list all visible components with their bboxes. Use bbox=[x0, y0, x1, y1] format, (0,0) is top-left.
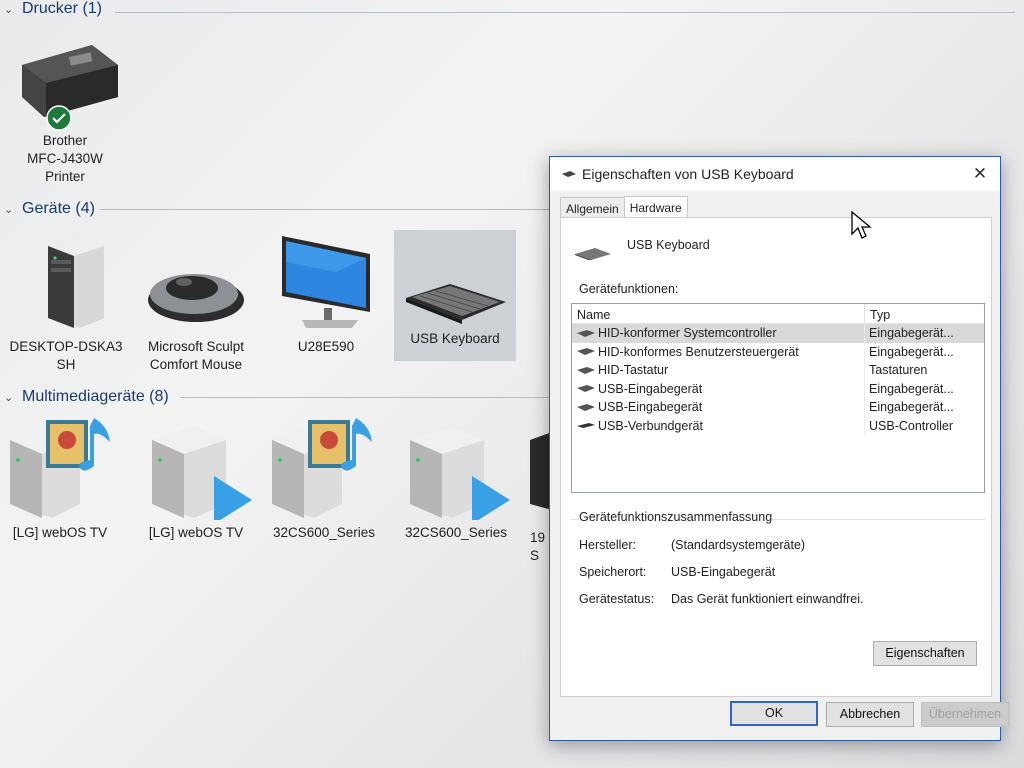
keyboard-icon bbox=[406, 284, 506, 324]
device-label: Microsoft Sculpt Comfort Mouse bbox=[147, 339, 245, 372]
keyboard-icon bbox=[562, 171, 576, 177]
manufacturer-value: (Standardsystemgeräte) bbox=[671, 538, 806, 552]
device-monitor[interactable]: U28E590 bbox=[276, 232, 376, 356]
summary-label: Gerätefunktionszusammenfassung bbox=[579, 510, 773, 524]
column-type[interactable]: Typ bbox=[865, 304, 895, 323]
chevron-down-icon: ⌄ bbox=[4, 3, 14, 16]
device-label: DESKTOP-DSKA3 SH bbox=[9, 339, 123, 372]
section-multimedia-header[interactable]: ⌄ Multimediageräte (8) bbox=[0, 388, 169, 406]
location-value: USB-Eingabegerät bbox=[671, 565, 776, 579]
list-item[interactable]: HID-Tastatur Tastaturen bbox=[572, 361, 984, 380]
device-label: [LG] webOS TV bbox=[148, 525, 244, 540]
functions-label: Gerätefunktionen: bbox=[579, 282, 679, 296]
list-item[interactable]: HID-konformer Systemcontroller Eingabege… bbox=[572, 324, 984, 343]
device-label: U28E590 bbox=[297, 339, 355, 354]
chevron-down-icon: ⌄ bbox=[4, 203, 14, 216]
keyboard-icon bbox=[577, 385, 595, 393]
section-devices-header[interactable]: ⌄ Geräte (4) bbox=[0, 200, 95, 218]
properties-dialog: Eigenschaften von USB Keyboard ✕ Allgeme… bbox=[549, 156, 1009, 741]
list-item[interactable]: USB-Eingabegerät Eingabegerät... bbox=[572, 379, 984, 398]
dialog-title: Eigenschaften von USB Keyboard bbox=[582, 166, 794, 182]
device-label: Brother MFC-J430W Printer bbox=[27, 133, 103, 184]
ok-button[interactable]: OK bbox=[730, 701, 818, 726]
device-media-32cs-1[interactable]: 32CS600_Series bbox=[268, 414, 380, 542]
dialog-titlebar[interactable]: Eigenschaften von USB Keyboard ✕ bbox=[550, 157, 1000, 191]
functions-list[interactable]: Name Typ HID-konformer Systemcontroller … bbox=[571, 303, 985, 493]
divider bbox=[100, 209, 550, 210]
device-computer[interactable]: DESKTOP-DSKA3 SH bbox=[8, 232, 124, 374]
device-media-32cs-2[interactable]: 32CS600_Series bbox=[400, 414, 512, 542]
mouse-pointer-icon bbox=[851, 210, 872, 239]
section-title: Multimediageräte (8) bbox=[22, 388, 169, 405]
section-title: Geräte (4) bbox=[22, 200, 95, 217]
divider bbox=[180, 397, 550, 398]
media-server-play-icon bbox=[152, 426, 252, 520]
list-item[interactable]: USB-Eingabegerät Eingabegerät... bbox=[572, 398, 984, 417]
section-printers-header[interactable]: ⌄ Drucker (1) bbox=[0, 0, 102, 18]
monitor-icon bbox=[282, 236, 370, 328]
summary-group: Gerätefunktionszusammenfassung Herstelle… bbox=[571, 510, 985, 689]
device-mouse[interactable]: Microsoft Sculpt Comfort Mouse bbox=[140, 232, 252, 374]
list-item[interactable]: USB-Verbundgerät USB-Controller bbox=[572, 416, 984, 435]
location-key: Speicherort: bbox=[579, 565, 647, 579]
media-server-music-icon bbox=[272, 418, 372, 518]
chevron-down-icon: ⌄ bbox=[4, 391, 14, 404]
column-name[interactable]: Name bbox=[572, 304, 865, 323]
cancel-button[interactable]: Abbrechen bbox=[826, 702, 914, 727]
device-label: [LG] webOS TV bbox=[12, 525, 108, 540]
computer-icon bbox=[48, 236, 104, 328]
apply-button[interactable]: Übernehmen bbox=[921, 702, 1009, 727]
manufacturer-key: Hersteller: bbox=[579, 538, 636, 552]
media-server-music-icon bbox=[10, 418, 110, 518]
keyboard-icon bbox=[577, 329, 595, 337]
keyboard-icon bbox=[577, 366, 595, 374]
keyboard-icon bbox=[575, 248, 611, 260]
keyboard-icon bbox=[577, 403, 595, 411]
close-icon[interactable]: ✕ bbox=[970, 164, 990, 184]
device-label: 32CS600_Series bbox=[272, 525, 376, 540]
device-name: USB Keyboard bbox=[627, 238, 710, 252]
device-media-lg-2[interactable]: [LG] webOS TV bbox=[142, 414, 252, 542]
check-badge-icon bbox=[46, 105, 72, 131]
section-title: Drucker (1) bbox=[22, 0, 103, 17]
device-usb-keyboard[interactable]: USB Keyboard bbox=[394, 230, 516, 361]
status-key: Gerätestatus: bbox=[579, 592, 655, 606]
list-item[interactable]: HID-konformes Benutzersteuergerät Eingab… bbox=[572, 342, 984, 361]
device-label: USB Keyboard bbox=[410, 331, 500, 346]
device-printer[interactable]: Brother MFC-J430W Printer bbox=[14, 35, 118, 186]
device-properties-button[interactable]: Eigenschaften bbox=[873, 641, 977, 666]
keyboard-icon bbox=[577, 348, 595, 356]
device-media-lg-1[interactable]: [LG] webOS TV bbox=[6, 414, 114, 542]
list-header: Name Typ bbox=[572, 304, 984, 324]
mouse-icon bbox=[148, 274, 244, 322]
device-label: 32CS600_Series bbox=[404, 525, 508, 540]
usb-connector-icon bbox=[577, 423, 595, 429]
hardware-panel: USB Keyboard Gerätefunktionen: Name Typ … bbox=[560, 217, 992, 697]
divider bbox=[115, 12, 1015, 13]
status-value: Das Gerät funktioniert einwandfrei. bbox=[671, 592, 864, 606]
media-server-play-icon bbox=[410, 426, 510, 520]
